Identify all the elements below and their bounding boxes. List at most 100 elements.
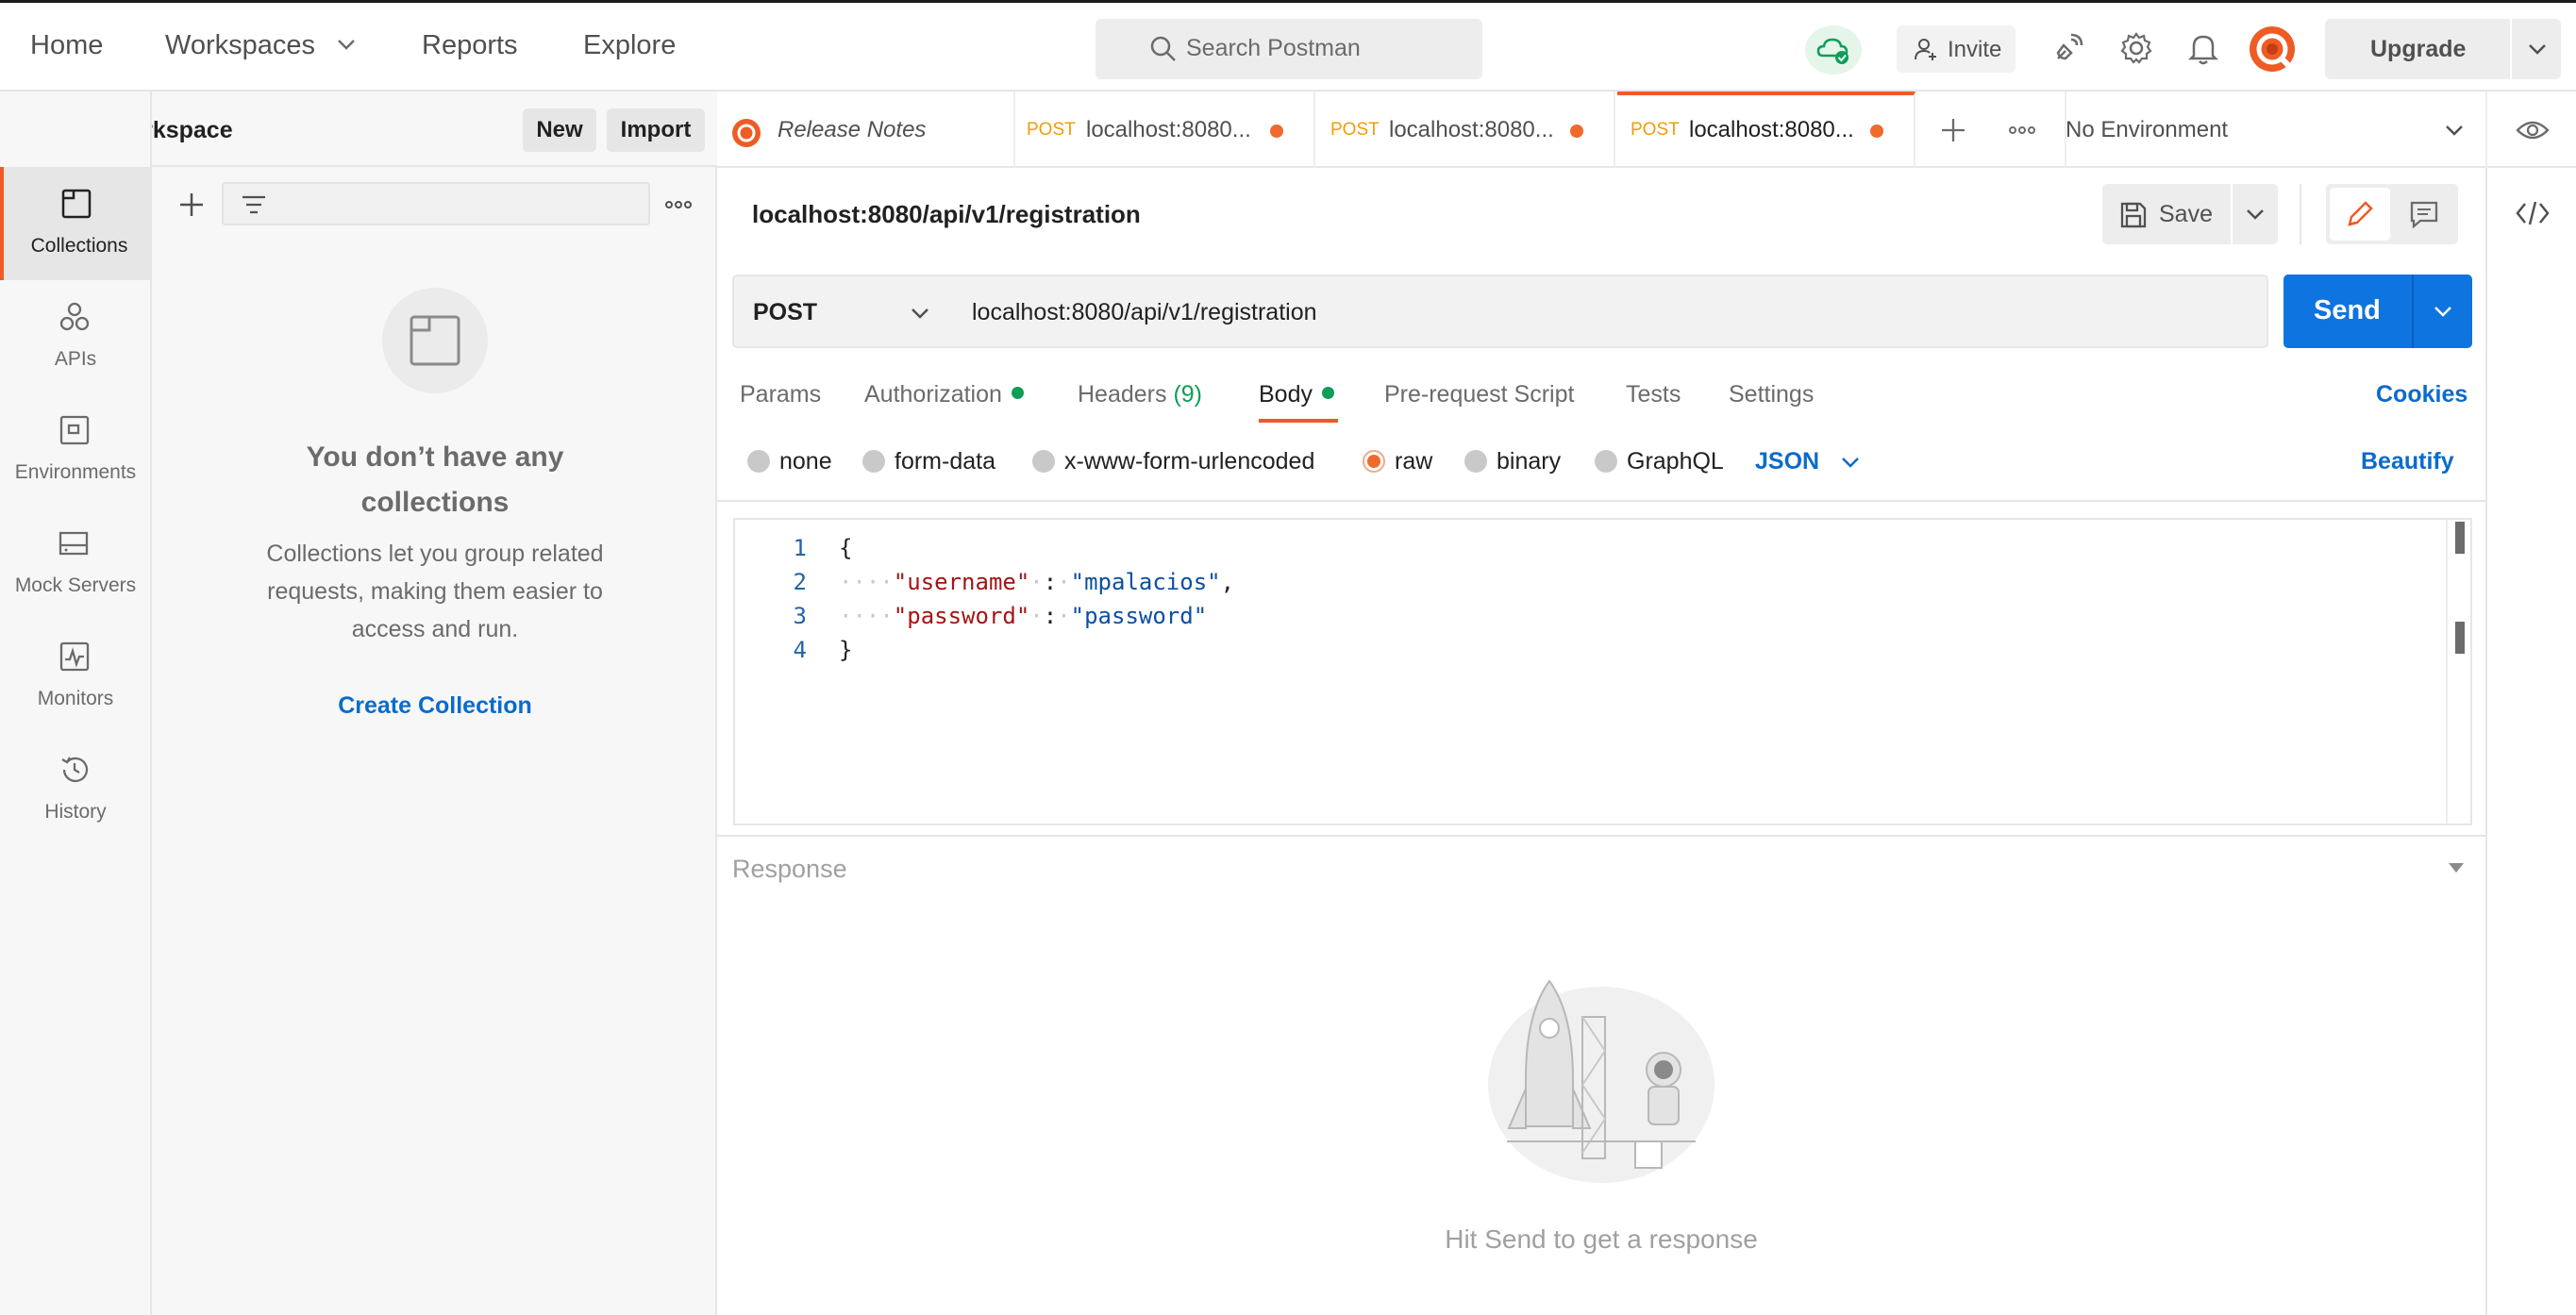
view-mode-toggle[interactable] [2326, 184, 2458, 244]
more-options-icon[interactable] [664, 200, 693, 209]
environment-selector[interactable]: No Environment [2066, 117, 2228, 143]
line-number: 4 [793, 637, 807, 663]
sidebar-rail: Collections APIs Environments Mock Serve… [0, 92, 152, 1315]
collections-icon [60, 188, 92, 220]
add-user-icon [1914, 37, 1940, 61]
upgrade-button[interactable]: Upgrade [2325, 19, 2561, 79]
unsaved-indicator [1270, 125, 1283, 138]
add-icon[interactable] [178, 191, 205, 218]
send-button[interactable]: Send [2283, 275, 2472, 348]
url-input[interactable]: localhost:8080/api/v1/registration [949, 275, 2268, 348]
status-dot [1321, 387, 1334, 399]
tab-tests[interactable]: Tests [1626, 381, 1681, 408]
request-title[interactable]: localhost:8080/api/v1/registration [752, 200, 1141, 229]
active-tab-indicator [1259, 419, 1338, 423]
sync-status-icon[interactable] [1805, 24, 1862, 76]
tab-options-icon[interactable] [2008, 125, 2036, 135]
save-icon [2119, 201, 2148, 229]
radio-form-data[interactable] [862, 450, 885, 473]
beautify-link[interactable]: Beautify [2361, 448, 2454, 475]
collapse-icon[interactable] [2448, 862, 2465, 874]
postman-logo-icon [731, 118, 761, 148]
nav-workspaces[interactable]: Workspaces [165, 30, 315, 61]
tab-method: POST [1631, 120, 1680, 140]
chevron-down-icon[interactable] [1840, 456, 1861, 469]
sidebar-item-label: History [44, 801, 107, 823]
nav-reports[interactable]: Reports [422, 30, 518, 61]
edit-mode-button[interactable] [2330, 188, 2390, 241]
nav-explore[interactable]: Explore [583, 30, 676, 61]
body-format-select[interactable]: JSON [1755, 448, 1819, 475]
editor-scrollbar[interactable] [2446, 520, 2470, 824]
body-editor[interactable]: 1 2 3 4 { ····"username"·:·"mpalacios", … [733, 518, 2472, 825]
code-icon[interactable] [2516, 200, 2550, 226]
tab-label: localhost:8080... [1086, 117, 1251, 142]
sidebar-item-label: APIs [54, 348, 97, 370]
history-clock-icon [59, 754, 91, 786]
sidebar-item-apis[interactable]: APIs [0, 280, 151, 393]
code-line: { [839, 535, 853, 561]
radio-none[interactable] [747, 450, 770, 473]
radio-urlencoded[interactable] [1032, 450, 1055, 473]
sidebar-item-label: Monitors [37, 688, 114, 709]
tab-method: POST [1027, 120, 1076, 140]
save-button[interactable]: Save [2102, 184, 2278, 244]
sidebar-item-history[interactable]: History [0, 733, 151, 846]
radio-graphql[interactable] [1595, 450, 1617, 473]
cookies-link[interactable]: Cookies [2376, 381, 2467, 408]
chevron-down-icon[interactable] [2245, 208, 2266, 221]
method-select[interactable]: POST [732, 275, 951, 348]
tab-headers[interactable]: Headers (9) [1078, 381, 1202, 408]
radio-binary[interactable] [1464, 450, 1487, 473]
line-number: 2 [793, 569, 807, 595]
tab-label: localhost:8080... [1389, 117, 1554, 142]
line-number: 1 [793, 535, 807, 561]
new-button[interactable]: New [523, 108, 596, 152]
radio-label: none [779, 448, 832, 474]
radio-raw[interactable] [1363, 450, 1385, 473]
filter-input[interactable] [222, 182, 650, 225]
top-bar: Home Workspaces Reports Explore Search P… [0, 0, 2576, 92]
chevron-down-icon[interactable] [910, 307, 930, 320]
tab-pre-request-script[interactable]: Pre-request Script [1384, 381, 1574, 408]
tab-request-active[interactable]: POST localhost:8080... [1617, 92, 1915, 168]
create-collection-link[interactable]: Create Collection [237, 692, 633, 720]
invite-button[interactable]: Invite [1897, 25, 2016, 73]
rocket-illustration [1488, 975, 1720, 1183]
tab-settings[interactable]: Settings [1729, 381, 1814, 408]
tab-release-notes[interactable]: Release Notes [717, 92, 1015, 168]
code-line: } [839, 637, 853, 663]
radio-label: x-www-form-urlencoded [1064, 448, 1315, 474]
sidebar-item-collections[interactable]: Collections [0, 167, 151, 280]
tab-body[interactable]: Body [1259, 381, 1334, 408]
code-line: ····"password"·:·"password" [839, 603, 1208, 629]
sidebar-item-monitors[interactable]: Monitors [0, 620, 151, 733]
tab-request[interactable]: POST localhost:8080... [1317, 92, 1615, 168]
avatar[interactable] [2249, 25, 2296, 73]
tab-params[interactable]: Params [740, 381, 821, 408]
nav-home[interactable]: Home [30, 30, 103, 61]
new-tab-icon[interactable] [1940, 117, 1966, 143]
filter-icon[interactable] [241, 193, 267, 216]
search-input[interactable]: Search Postman [1096, 19, 1482, 79]
comment-icon[interactable] [2409, 199, 2439, 229]
sidebar-item-mock-servers[interactable]: Mock Servers [0, 507, 151, 620]
sidebar-item-label: Collections [30, 235, 128, 257]
chevron-down-icon[interactable] [336, 38, 357, 51]
monitor-pulse-icon [59, 641, 91, 673]
satellite-icon[interactable] [2052, 32, 2084, 64]
apis-icon [59, 301, 91, 333]
tab-request[interactable]: POST localhost:8080... [1017, 92, 1315, 168]
tab-label: Release Notes [778, 117, 927, 142]
environment-icon [59, 414, 91, 446]
chevron-down-icon[interactable] [2527, 42, 2548, 56]
settings-gear-icon[interactable] [2119, 31, 2153, 65]
tab-authorization[interactable]: Authorization [864, 381, 1024, 408]
import-button[interactable]: Import [607, 108, 705, 152]
sidebar-item-environments[interactable]: Environments [0, 393, 151, 507]
eye-icon[interactable] [2516, 119, 2550, 141]
chevron-down-icon[interactable] [2444, 124, 2465, 137]
chevron-down-icon[interactable] [2433, 305, 2453, 318]
save-label: Save [2159, 201, 2213, 227]
notification-bell-icon[interactable] [2188, 31, 2218, 65]
